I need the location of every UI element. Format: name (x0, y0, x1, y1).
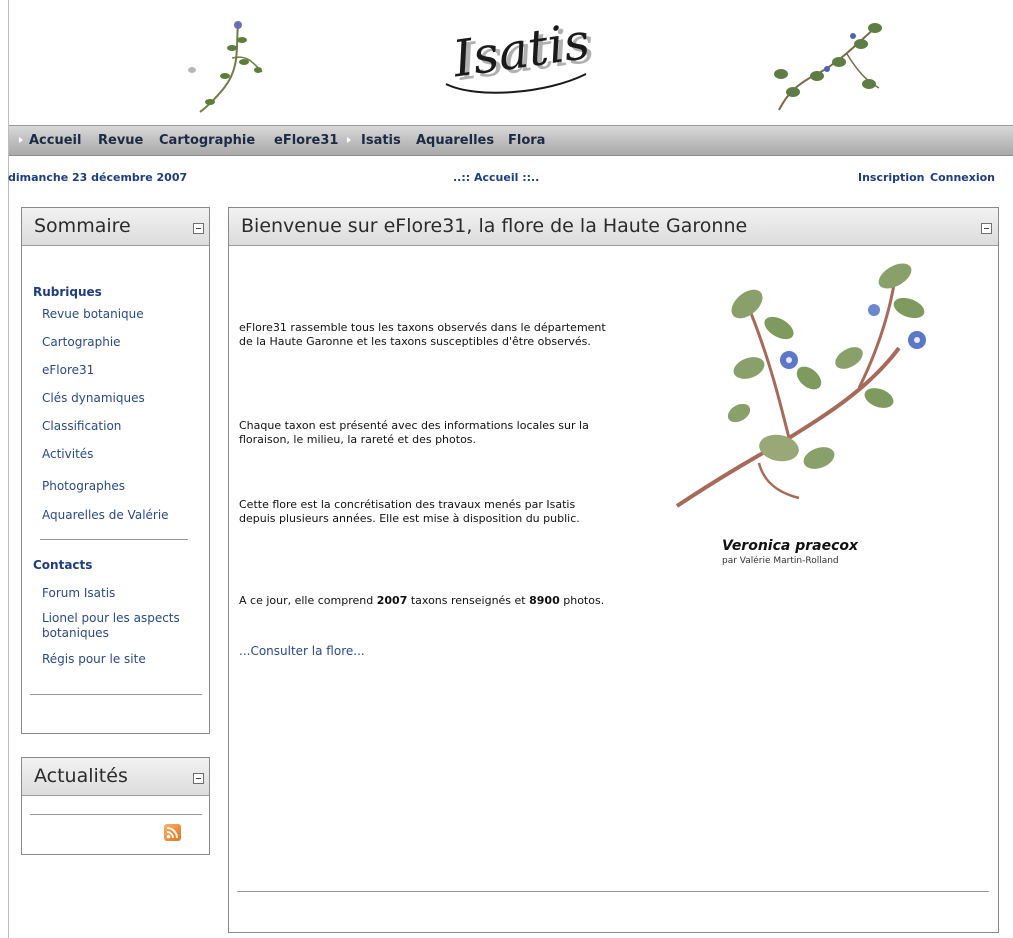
actualites-divider (30, 814, 202, 815)
isatis-logo: Isatis Isatis (445, 14, 596, 94)
link-cartographie[interactable]: Cartographie (42, 335, 121, 349)
collapse-welcome-button[interactable] (981, 223, 992, 234)
illustration-credit: par Valérie Martin-Rolland (722, 556, 839, 566)
sommaire-bottom-divider (30, 694, 202, 695)
nav-aquarelles[interactable]: Aquarelles (416, 133, 494, 148)
inscription-link[interactable]: Inscription (858, 171, 924, 184)
link-contact-regis[interactable]: Régis pour le site (42, 652, 146, 666)
nav-eflore31[interactable]: eFlore31 (274, 133, 338, 148)
stats-text-1: A ce jour, elle comprend (239, 594, 377, 607)
link-eflore31[interactable]: eFlore31 (42, 363, 94, 377)
intro-paragraph: eFlore31 rassemble tous les taxons obser… (239, 321, 606, 348)
welcome-header: Bienvenue sur eFlore31, la flore de la H… (229, 208, 998, 246)
sommaire-divider (40, 539, 188, 540)
welcome-title: Bienvenue sur eFlore31, la flore de la H… (241, 215, 748, 237)
connexion-link[interactable]: Connexion (930, 171, 995, 184)
collapse-actualites-button[interactable] (193, 773, 204, 784)
project-paragraph: Cette flore est la concrétisation des tr… (239, 498, 580, 525)
nav-revue[interactable]: Revue (98, 133, 143, 148)
nav-accueil[interactable]: Accueil (29, 133, 81, 148)
photo-count: 8900 (529, 594, 560, 607)
collapse-sommaire-button[interactable] (193, 223, 204, 234)
consult-flora-link[interactable]: ...Consulter la flore... (239, 644, 365, 658)
stats-text-2: taxons renseignés et (407, 594, 530, 607)
link-forum-isatis[interactable]: Forum Isatis (42, 586, 115, 600)
illustration-species-name: Veronica praecox (722, 538, 859, 554)
welcome-bottom-divider (237, 891, 989, 892)
breadcrumb: ..:: Accueil ::.. (453, 171, 540, 184)
svg-text:Isatis: Isatis (448, 14, 593, 89)
rss-icon[interactable] (164, 824, 181, 841)
sommaire-header: Sommaire (22, 208, 209, 246)
stats-text-3: photos. (559, 594, 605, 607)
main-nav-bar: Accueil Revue Cartographie eFlore31 Isat… (9, 125, 1013, 156)
sommaire-title: Sommaire (34, 215, 131, 237)
link-activites[interactable]: Activités (42, 447, 93, 461)
link-cles-dynamiques[interactable]: Clés dynamiques (42, 391, 145, 405)
actualites-block: Actualités (21, 757, 210, 855)
current-date: dimanche 23 décembre 2007 (8, 171, 188, 184)
actualites-title: Actualités (34, 765, 128, 787)
sommaire-block: Sommaire Rubriques Revue botanique Carto… (21, 207, 210, 734)
link-contact-lionel[interactable]: Lionel pour les aspects botaniques (42, 611, 202, 641)
welcome-block: Bienvenue sur eFlore31, la flore de la H… (228, 207, 999, 933)
link-photographes[interactable]: Photographes (42, 479, 125, 493)
taxa-count: 2007 (376, 594, 408, 607)
veronica-praecox-illustration (675, 263, 926, 508)
info-bar: dimanche 23 décembre 2007 ..:: Accueil :… (0, 168, 1013, 186)
rubriques-heading: Rubriques (33, 285, 102, 299)
actualites-header: Actualités (22, 758, 209, 796)
link-classification[interactable]: Classification (42, 419, 121, 433)
taxon-info-paragraph: Chaque taxon est présenté avec des infor… (239, 419, 589, 446)
plant-illustration-left (188, 21, 263, 113)
link-revue-botanique[interactable]: Revue botanique (42, 307, 144, 321)
contacts-heading: Contacts (33, 558, 93, 572)
site-banner: Isatis Isatis (0, 0, 1013, 124)
nav-cartographie[interactable]: Cartographie (159, 133, 255, 148)
nav-separator-arrow (347, 137, 351, 143)
stats-paragraph: A ce jour, elle comprend 2007 taxons ren… (239, 594, 611, 608)
link-aquarelles-valerie[interactable]: Aquarelles de Valérie (42, 508, 169, 522)
plant-illustration-right (774, 23, 882, 111)
nav-flora[interactable]: Flora (508, 133, 545, 148)
nav-separator-arrow (19, 137, 23, 143)
nav-isatis[interactable]: Isatis (361, 133, 401, 148)
